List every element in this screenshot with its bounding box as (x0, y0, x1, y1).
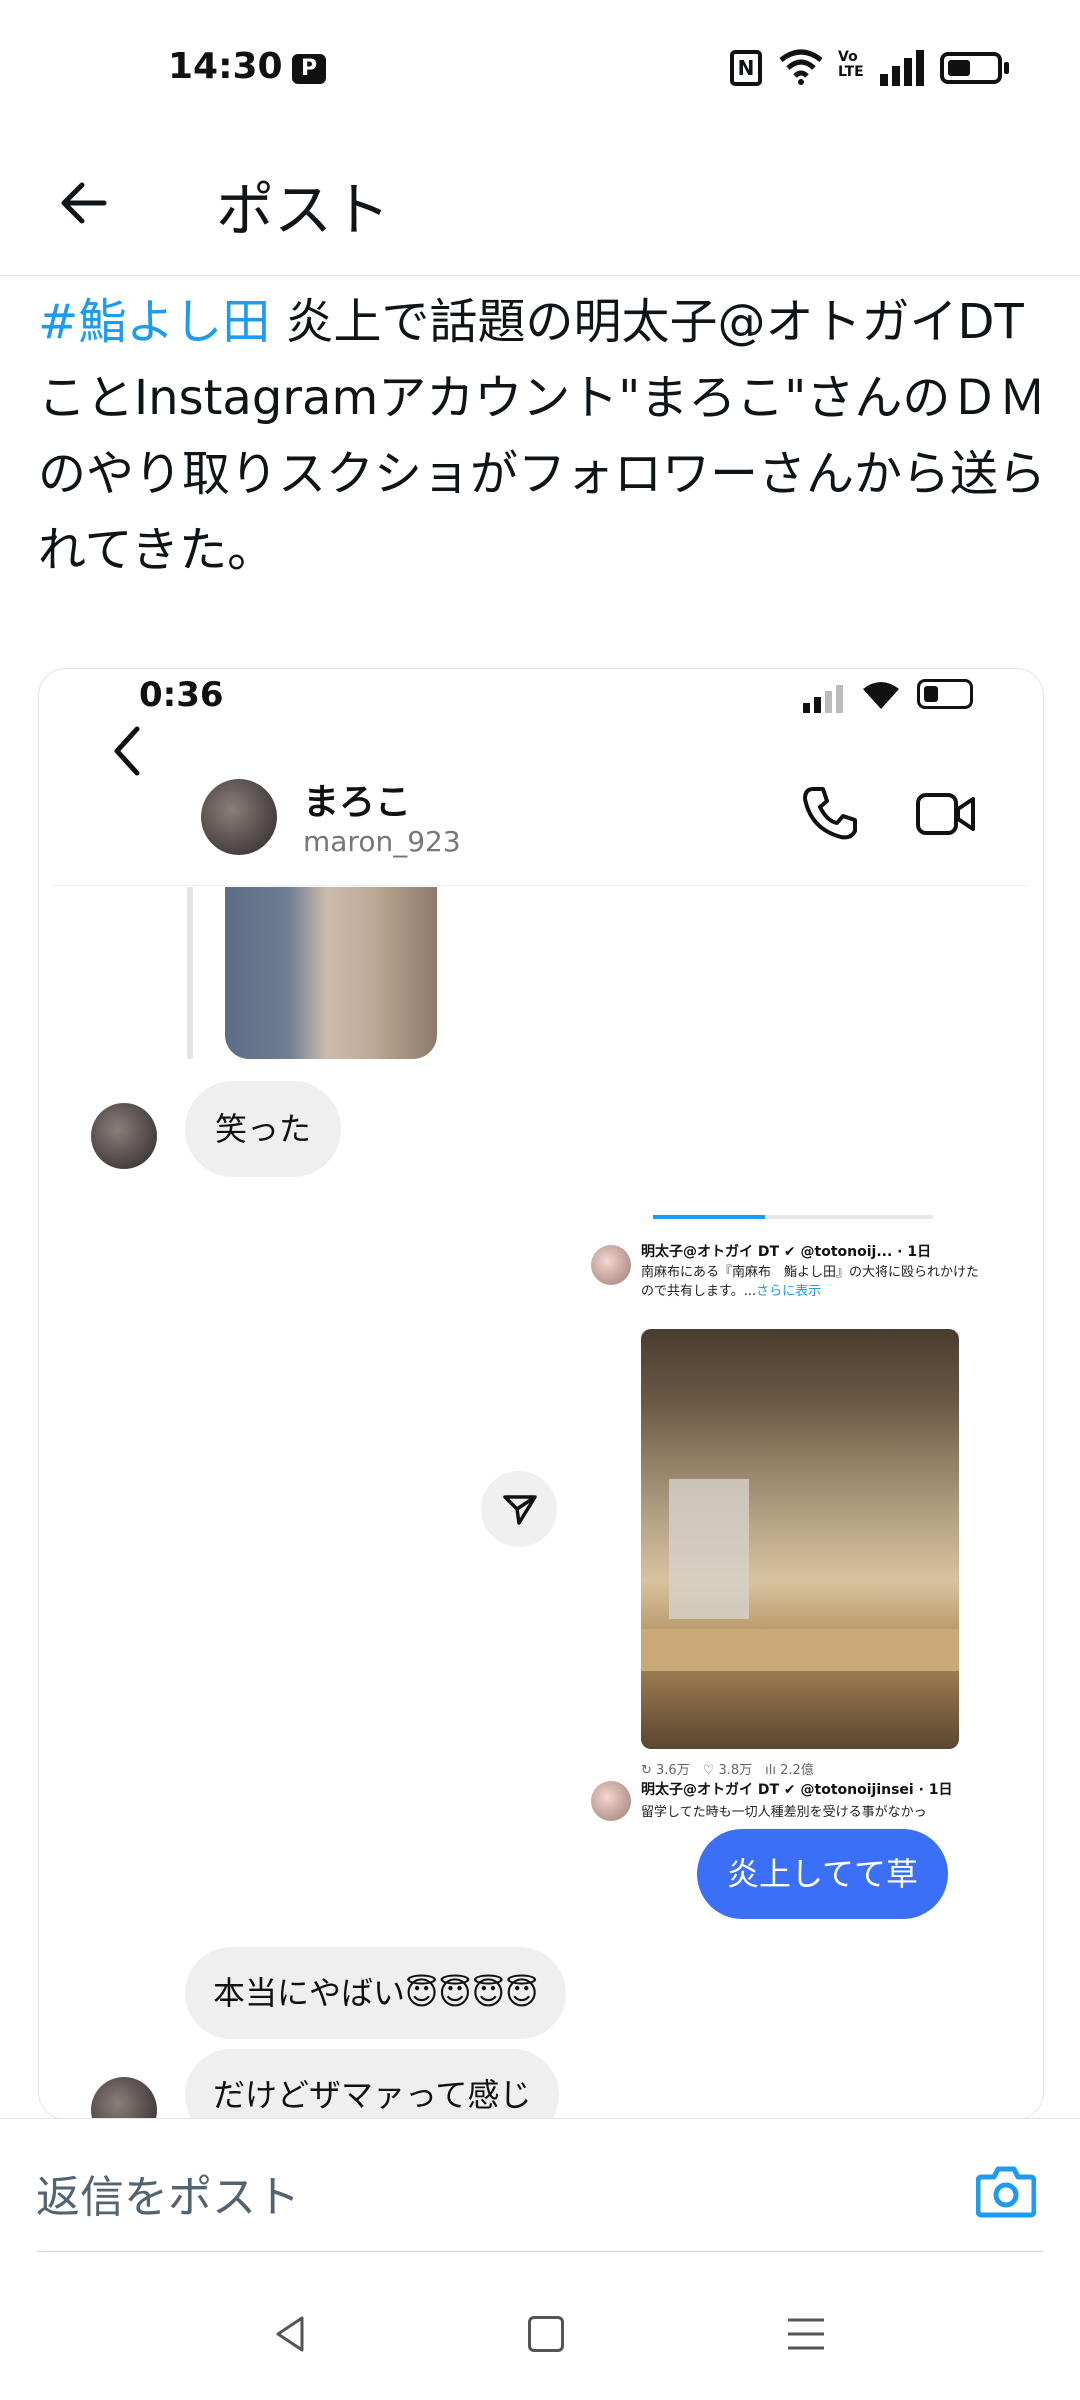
embedded-back-icon (114, 726, 140, 776)
back-arrow-icon[interactable] (54, 173, 114, 233)
system-nav-bar (0, 2252, 1080, 2400)
embedded-battery-icon (917, 679, 973, 709)
reply-bar: 返信をポスト (0, 2118, 1080, 2253)
tweet-stats: ↻ 3.6万 ♡ 3.8万 ılı 2.2億 (641, 1763, 814, 1778)
chat-contact-handle: maron_923 (303, 825, 461, 858)
status-bar: 14:30 P N Vo LTE (0, 0, 1080, 135)
battery-icon (940, 52, 1002, 84)
nav-menu-icon[interactable] (786, 2316, 826, 2352)
share-icon (481, 1471, 557, 1547)
nav-back-icon[interactable] (270, 2314, 310, 2354)
embedded-status-time: 0:36 (139, 675, 224, 715)
tweet-author: 明太子@オトガイ DT ✔ @totonoij... · 1日 (641, 1244, 932, 1260)
app-header: ポスト (0, 135, 1080, 276)
sent-message: 炎上してて草 (697, 1829, 949, 1919)
received-message: だけどザマァって感じ (185, 2049, 560, 2119)
tweet-avatar (591, 1245, 631, 1285)
shared-video-thumbnail (225, 887, 437, 1059)
nav-home-icon[interactable] (528, 2316, 564, 2352)
paypay-notification-icon: P (292, 54, 326, 84)
hashtag-link[interactable]: #鮨よし田 (38, 294, 270, 350)
page-title: ポスト (216, 176, 391, 244)
chat-contact-name: まろこ (303, 782, 412, 823)
received-message: 本当にやばい😇😇😇😇 (185, 1947, 567, 2039)
received-message: 笑った (185, 1081, 342, 1177)
message-avatar (91, 2077, 157, 2119)
post-body: #鮨よし田 炎上で話題の明太子@オトガイDTことInstagramアカウント"ま… (38, 284, 1048, 588)
embedded-signal-icon (803, 685, 843, 713)
volte-icon: Vo LTE (838, 49, 864, 80)
shared-tweet-card: 明太子@オトガイ DT ✔ @totonoij... · 1日 南麻布にある『南… (585, 1215, 1003, 1821)
wifi-icon (779, 49, 823, 85)
tweet-text: 南麻布にある『南麻布 鮨よし田』の大将に殴られかけたので共有します。...さらに… (641, 1265, 980, 1299)
camera-icon[interactable] (976, 2163, 1036, 2219)
tweet-photo (641, 1329, 959, 1749)
phone-icon (803, 787, 857, 840)
reply-input[interactable]: 返信をポスト (36, 2161, 300, 2225)
chat-avatar (201, 779, 277, 855)
embedded-wifi-icon (863, 682, 899, 709)
tweet-avatar (591, 1781, 631, 1821)
message-avatar (91, 1103, 157, 1169)
tweet-text: 留学してた時も一切人種差別を受ける事がなかっ (641, 1805, 927, 1820)
video-call-icon (916, 793, 975, 835)
post-image[interactable]: 0:36 まろこ maron_923 笑った 明太子@オトガイ DT ✔ @to… (38, 668, 1044, 2120)
tweet-author: 明太子@オトガイ DT ✔ @totonoijinsei · 1日 (641, 1782, 953, 1798)
nfc-icon: N (730, 50, 762, 86)
signal-icon (880, 50, 924, 86)
status-time: 14:30 (168, 46, 283, 87)
